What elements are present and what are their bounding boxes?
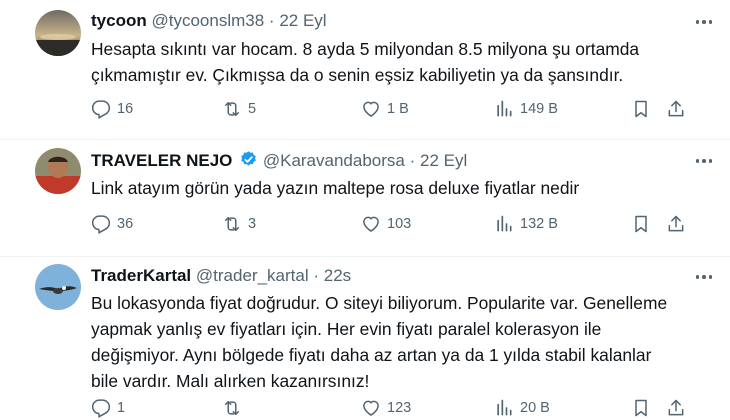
timestamp[interactable]: 22s: [324, 266, 351, 285]
tweet-text-line: bile vardır. Malı alırken kazanırsınız!: [91, 371, 370, 391]
tweet-text: Hesapta sıkıntı var hocam. 8 ayda 5 mily…: [91, 36, 701, 88]
reply-button[interactable]: 16: [91, 99, 133, 119]
reply-button[interactable]: 36: [91, 214, 133, 234]
retweet-icon: [222, 99, 242, 119]
views-count: 149 B: [520, 101, 558, 117]
reply-count: 16: [117, 101, 134, 117]
separator-dot: ·: [409, 151, 416, 170]
views-button[interactable]: 20 B: [494, 398, 550, 418]
heart-icon: [361, 99, 381, 119]
tweet-text-line: çıkmamıştır ev. Çıkmışsa da o senin eşsi…: [91, 65, 624, 85]
verified-badge-icon: [239, 150, 258, 174]
retweet-icon: [222, 214, 242, 234]
timestamp[interactable]: 22 Eyl: [279, 11, 326, 30]
bookmark-icon[interactable]: [631, 99, 651, 119]
share-icon[interactable]: [666, 99, 686, 119]
display-name[interactable]: tycoon: [91, 11, 147, 30]
tweet-text-line: değişmiyor. Aynı bölgede fiyatı daha az …: [91, 345, 652, 365]
views-count: 132 B: [520, 216, 558, 232]
like-count: 123: [387, 400, 412, 416]
heart-icon: [361, 398, 381, 418]
like-button[interactable]: 1 B: [361, 99, 409, 119]
tweet-1[interactable]: tycoon @tycoonslm38 · 22 Eyl Hesapta sık…: [0, 0, 730, 140]
reply-count: 1: [117, 400, 126, 416]
avatar[interactable]: [35, 10, 81, 56]
tweet-actions: 16 5 1 B 149 B: [0, 99, 730, 121]
retweet-count: 3: [248, 216, 257, 232]
tweet-text-line: yapmak yanlış ev fiyatları için. Her evi…: [91, 319, 602, 339]
tweet-3[interactable]: TraderKartal @trader_kartal · 22s Bu lok…: [0, 257, 730, 420]
views-chart-icon: [494, 214, 514, 234]
more-options-icon[interactable]: [690, 12, 718, 32]
retweet-button[interactable]: 5: [222, 99, 256, 119]
more-options-icon[interactable]: [690, 267, 718, 287]
retweet-button[interactable]: [222, 398, 248, 418]
avatar[interactable]: [35, 148, 81, 194]
retweet-button[interactable]: 3: [222, 214, 256, 234]
tweet-text-line: Hesapta sıkıntı var hocam. 8 ayda 5 mily…: [91, 39, 640, 59]
like-button[interactable]: 103: [361, 214, 411, 234]
tweet-actions: 1 123 20 B: [0, 398, 730, 420]
tweet-header: tycoon @tycoonslm38 · 22 Eyl: [91, 11, 327, 31]
like-count: 1 B: [387, 101, 409, 117]
user-handle[interactable]: @trader_kartal: [196, 266, 309, 285]
views-chart-icon: [494, 398, 514, 418]
tweet-2[interactable]: TRAVELER NEJO @Karavandaborsa · 22 Eyl L…: [0, 140, 730, 257]
reply-icon: [91, 398, 111, 418]
views-chart-icon: [494, 99, 514, 119]
tweet-header: TRAVELER NEJO @Karavandaborsa · 22 Eyl: [91, 150, 467, 174]
tweet-text-line: Link atayım görün yada yazın maltepe ros…: [91, 178, 580, 198]
tweet-header: TraderKartal @trader_kartal · 22s: [91, 266, 351, 286]
tweet-text-line: Bu lokasyonda fiyat doğrudur. O siteyi b…: [91, 293, 668, 313]
more-options-icon[interactable]: [690, 151, 718, 171]
tweet-text: Bu lokasyonda fiyat doğrudur. O siteyi b…: [91, 290, 701, 394]
avatar[interactable]: [35, 264, 81, 310]
like-count: 103: [387, 216, 412, 232]
reply-button[interactable]: 1: [91, 398, 125, 418]
tweet-actions: 36 3 103 132 B: [0, 214, 730, 236]
retweet-icon: [222, 398, 242, 418]
views-button[interactable]: 132 B: [494, 214, 558, 234]
like-button[interactable]: 123: [361, 398, 411, 418]
share-icon[interactable]: [666, 398, 686, 418]
views-count: 20 B: [520, 400, 550, 416]
reply-icon: [91, 99, 111, 119]
display-name[interactable]: TraderKartal: [91, 266, 191, 285]
separator-dot: ·: [313, 266, 320, 285]
reply-icon: [91, 214, 111, 234]
heart-icon: [361, 214, 381, 234]
bookmark-icon[interactable]: [631, 398, 651, 418]
share-icon[interactable]: [666, 214, 686, 234]
user-handle[interactable]: @tycoonslm38: [151, 11, 264, 30]
views-button[interactable]: 149 B: [494, 99, 558, 119]
bookmark-icon[interactable]: [631, 214, 651, 234]
tweet-text: Link atayım görün yada yazın maltepe ros…: [91, 175, 701, 201]
user-handle[interactable]: @Karavandaborsa: [263, 151, 405, 170]
timestamp[interactable]: 22 Eyl: [420, 151, 467, 170]
reply-count: 36: [117, 216, 134, 232]
separator-dot: ·: [268, 11, 275, 30]
display-name[interactable]: TRAVELER NEJO: [91, 151, 232, 170]
retweet-count: 5: [248, 101, 257, 117]
